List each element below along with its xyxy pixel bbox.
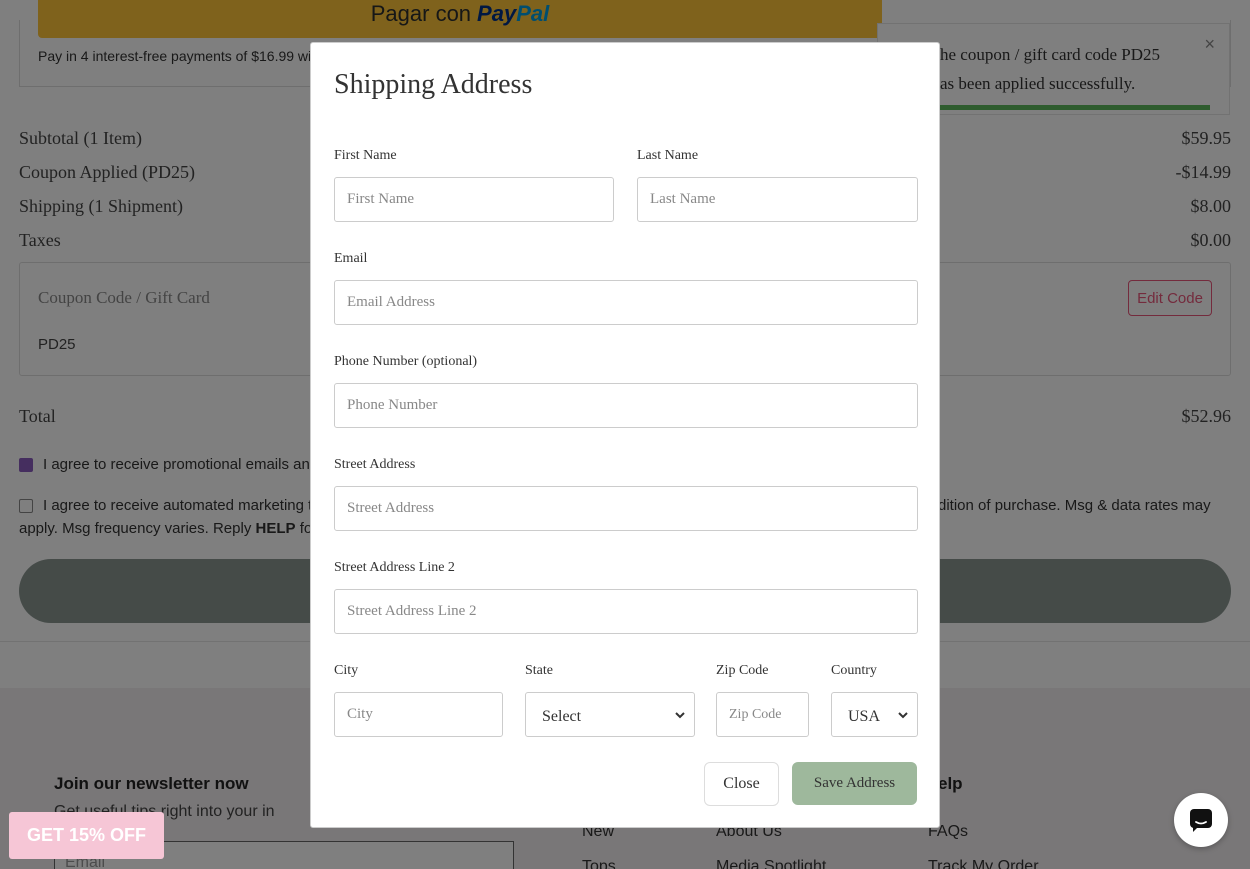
street-address-2-input[interactable]	[334, 589, 918, 634]
zip-input[interactable]	[716, 692, 809, 737]
city-input[interactable]	[334, 692, 503, 737]
close-button[interactable]: Close	[704, 762, 779, 806]
last-name-label: Last Name	[637, 148, 699, 163]
street-address-label: Street Address	[334, 457, 416, 472]
city-label: City	[334, 663, 359, 678]
chat-button[interactable]	[1174, 793, 1228, 847]
street-address-2-label: Street Address Line 2	[334, 560, 455, 575]
first-name-input[interactable]	[334, 177, 614, 222]
chevron-down-icon	[898, 711, 908, 718]
save-address-button[interactable]: Save Address	[792, 762, 917, 805]
chat-icon	[1190, 809, 1212, 832]
country-select[interactable]: USA	[831, 692, 918, 737]
phone-input[interactable]	[334, 383, 918, 428]
country-label: Country	[831, 663, 877, 678]
state-value: Select	[542, 707, 582, 725]
last-name-input[interactable]	[637, 177, 918, 222]
phone-label: Phone Number (optional)	[334, 354, 478, 369]
country-value: USA	[848, 707, 881, 725]
state-label: State	[525, 663, 553, 678]
street-address-input[interactable]	[334, 486, 918, 531]
first-name-label: First Name	[334, 148, 397, 163]
shipping-address-modal: Shipping Address First Name Last Name Em…	[310, 42, 940, 828]
state-select[interactable]: Select	[525, 692, 695, 737]
chevron-down-icon	[675, 711, 685, 718]
zip-label: Zip Code	[716, 663, 769, 678]
email-label: Email	[334, 251, 368, 266]
modal-title: Shipping Address	[334, 69, 533, 100]
get-discount-button[interactable]: GET 15% OFF	[9, 812, 164, 859]
email-input[interactable]	[334, 280, 918, 325]
